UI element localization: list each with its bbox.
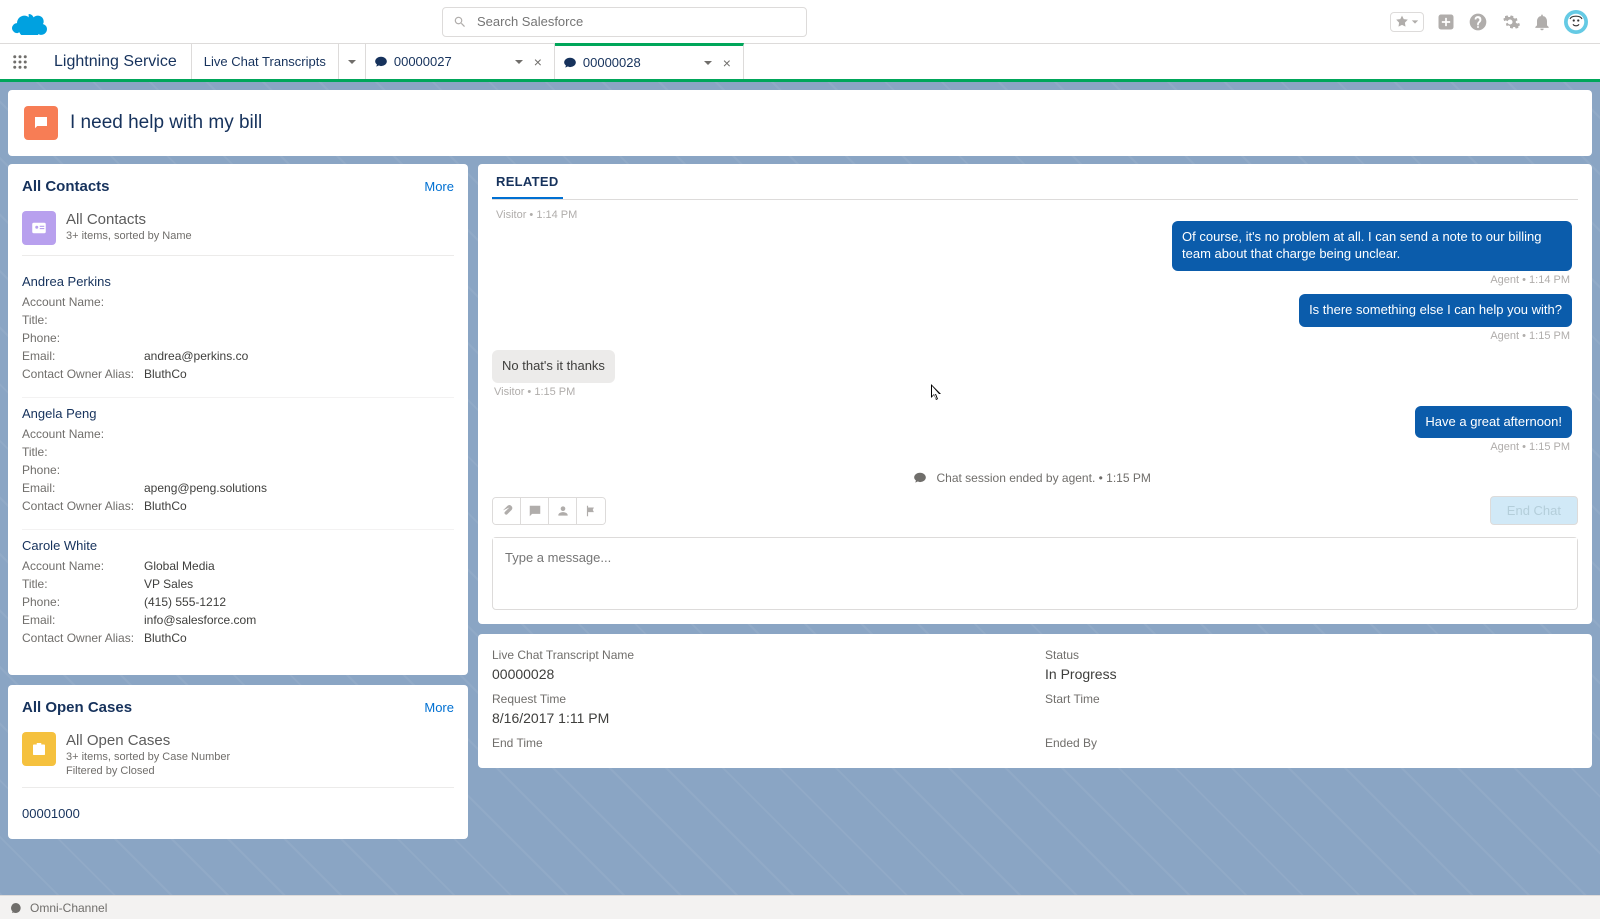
record-header: I need help with my bill [8,90,1592,156]
chat-toolbar: End Chat [492,490,1578,531]
chat-icon [374,55,388,69]
case-number[interactable]: 00001000 [22,806,454,821]
transfer-button[interactable] [549,498,577,524]
list-title: All Contacts [66,211,192,228]
salesforce-logo [12,9,52,35]
chat-meta-top: Visitor • 1:14 PM [492,209,1572,221]
message-meta: Agent • 1:15 PM [1488,330,1572,342]
message-meta: Agent • 1:14 PM [1488,274,1572,286]
all-contacts-card: All Contacts More All Contacts 3+ items,… [8,164,468,675]
chevron-down-icon [703,58,713,68]
nav-live-chat-transcripts[interactable]: Live Chat Transcripts [192,44,339,79]
user-avatar[interactable] [1564,10,1588,34]
agent-message: Have a great afternoon! Agent • 1:15 PM [492,406,1572,454]
field-label: Request Time [492,692,1025,706]
header-actions [1390,10,1588,34]
attach-button[interactable] [493,498,521,524]
global-search[interactable] [442,7,807,37]
card-title: All Open Cases [22,699,132,716]
field-label: Ended By [1045,736,1578,750]
message-bubble: No that's it thanks [492,350,615,383]
omni-channel-button[interactable]: Omni-Channel [30,901,107,915]
app-launcher-icon[interactable] [0,44,40,79]
field-value: In Progress [1045,666,1578,682]
field-label: End Time [492,736,1025,750]
page-title: I need help with my bill [70,112,262,134]
favorites-dropdown[interactable] [1390,12,1424,32]
message-bubble: Of course, it's no problem at all. I can… [1172,221,1572,271]
message-bubble: Is there something else I can help you w… [1299,294,1572,327]
search-input[interactable] [477,14,796,29]
visitor-message: No that's it thanks Visitor • 1:15 PM [492,350,1572,398]
field-label: Status [1045,648,1578,662]
chevron-down-icon [514,57,524,67]
quick-text-button[interactable] [521,498,549,524]
list-title: All Open Cases [66,732,230,749]
workspace-tab-00000028[interactable]: 00000028 × [555,43,744,79]
contact-list-item[interactable]: Carole WhiteAccount Name:Global MediaTit… [22,530,454,661]
contact-name: Andrea Perkins [22,274,454,289]
field-value: 00000028 [492,666,1025,682]
agent-message: Is there something else I can help you w… [492,294,1572,342]
list-subtitle: 3+ items, sorted by Case Number [66,751,230,763]
related-tab[interactable]: RELATED [492,166,563,199]
end-chat-button[interactable]: End Chat [1490,496,1578,525]
avatar-icon [1567,13,1585,31]
chat-icon [563,56,577,70]
chat-message-input[interactable] [493,538,1577,606]
contact-name: Angela Peng [22,406,454,421]
contact-list-item[interactable]: Angela PengAccount Name:Title:Phone:Emai… [22,398,454,530]
live-chat-icon [24,106,58,140]
all-open-cases-card: All Open Cases More All Open Cases 3+ it… [8,685,468,839]
field-label: Start Time [1045,692,1578,706]
chat-icon [913,471,927,485]
agent-message: Of course, it's no problem at all. I can… [492,221,1572,286]
search-icon [453,15,467,29]
utility-bar: Omni-Channel [0,895,1600,919]
omni-channel-icon [10,902,22,914]
chat-panel: RELATED Visitor • 1:14 PM Of course, it'… [478,164,1592,624]
nav-list-dropdown[interactable] [339,44,366,79]
field-value: 8/16/2017 1:11 PM [492,710,1025,726]
contact-list-item[interactable]: Andrea PerkinsAccount Name:Title:Phone:E… [22,266,454,398]
chat-message-list[interactable]: Visitor • 1:14 PM Of course, it's no pro… [492,200,1578,490]
chevron-down-icon [1411,18,1419,26]
list-filter: Filtered by Closed [66,765,230,777]
transcript-detail-card: Live Chat Transcript Name 00000028 Statu… [478,634,1592,768]
list-subtitle: 3+ items, sorted by Name [66,230,192,242]
app-nav-bar: Lightning Service Live Chat Transcripts … [0,44,1600,82]
app-name: Lightning Service [40,44,192,79]
message-meta: Agent • 1:15 PM [1488,441,1572,453]
help-icon[interactable] [1468,12,1488,32]
close-tab-icon[interactable]: × [719,55,735,71]
workspace-tab-00000027[interactable]: 00000027 × [366,44,555,79]
close-tab-icon[interactable]: × [530,54,546,70]
more-link[interactable]: More [424,700,454,715]
card-title: All Contacts [22,178,110,195]
case-list-icon [22,732,56,766]
chevron-down-icon [347,57,357,67]
field-label: Live Chat Transcript Name [492,648,1025,662]
chat-ended-notice: Chat session ended by agent. • 1:15 PM [492,461,1572,489]
contact-name: Carole White [22,538,454,553]
message-bubble: Have a great afternoon! [1415,406,1572,439]
star-icon [1395,15,1409,29]
contact-list-icon [22,211,56,245]
flag-button[interactable] [577,498,605,524]
add-button[interactable] [1436,12,1456,32]
notifications-bell-icon[interactable] [1532,12,1552,32]
setup-gear-icon[interactable] [1500,12,1520,32]
global-header [0,0,1600,44]
more-link[interactable]: More [424,179,454,194]
message-meta: Visitor • 1:15 PM [492,386,577,398]
